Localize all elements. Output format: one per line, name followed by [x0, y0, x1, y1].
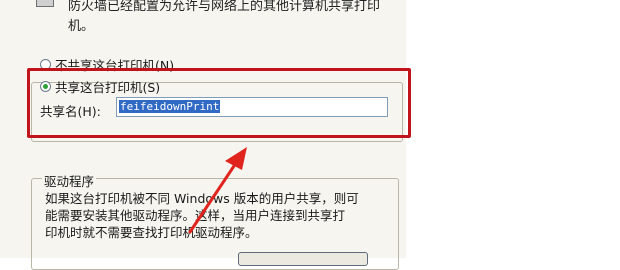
highlight-box [27, 68, 411, 138]
firewall-description: 防火墙已经配置为允许与网络上的其他计算机共享打印机。 [68, 0, 381, 34]
drivers-title: 驱动程序 [42, 171, 97, 190]
background-area [406, 0, 620, 258]
printer-firewall-icon [36, 0, 54, 7]
other-drivers-button[interactable] [238, 252, 368, 266]
drivers-description: 如果这台打印机被不同 Windows 版本的用户共享，则可 能需要安装其他驱动程… [45, 191, 359, 240]
